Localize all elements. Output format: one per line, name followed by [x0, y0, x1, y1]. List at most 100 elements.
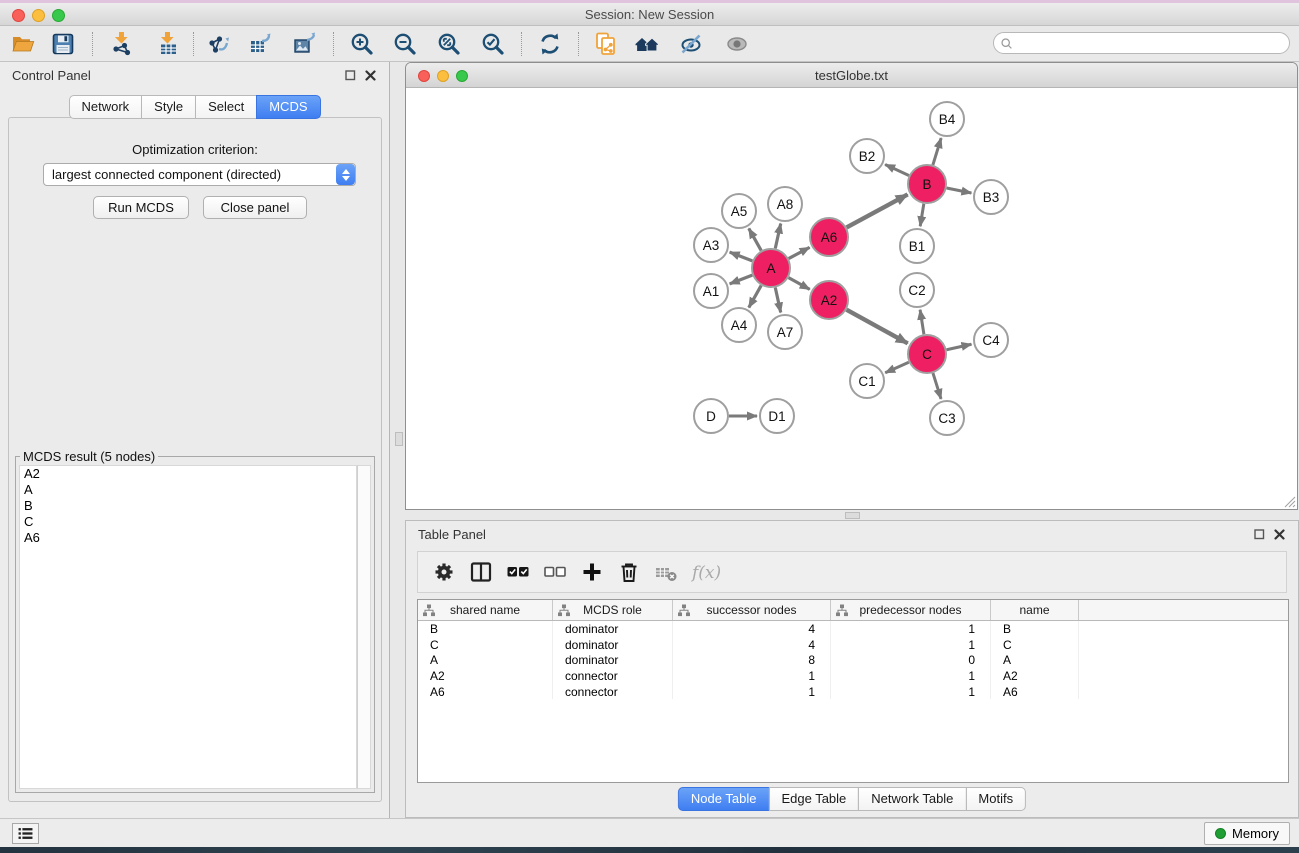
- graph-node-C4[interactable]: C4: [974, 323, 1008, 357]
- graph-node-B4[interactable]: B4: [930, 102, 964, 136]
- window-resize-grip[interactable]: [1283, 495, 1296, 508]
- graph-edge-A-A7[interactable]: [775, 288, 780, 313]
- graph-node-C[interactable]: C: [908, 335, 946, 373]
- close-panel-button[interactable]: [365, 69, 377, 81]
- open-session-button[interactable]: [9, 30, 37, 58]
- graph-edge-A-A1[interactable]: [730, 275, 753, 284]
- float-panel-button[interactable]: [345, 69, 357, 81]
- graph-edge-B-B4[interactable]: [933, 138, 941, 165]
- hide-selected-button[interactable]: [677, 30, 705, 58]
- zoom-in-button[interactable]: [348, 30, 376, 58]
- table-row[interactable]: Bdominator41B: [418, 621, 1288, 637]
- graph-node-A5[interactable]: A5: [722, 194, 756, 228]
- column-header-predecessor-nodes[interactable]: predecessor nodes: [831, 600, 991, 620]
- mcds-result-item[interactable]: A: [20, 482, 356, 498]
- tab-select[interactable]: Select: [195, 95, 257, 119]
- show-panels-button[interactable]: [12, 823, 39, 844]
- refresh-button[interactable]: [536, 30, 564, 58]
- save-session-button[interactable]: [49, 30, 77, 58]
- graph-edge-B-B3[interactable]: [947, 188, 972, 193]
- zoom-selected-button[interactable]: [479, 30, 507, 58]
- column-header-MCDS-role[interactable]: MCDS role: [553, 600, 673, 620]
- graph-node-C1[interactable]: C1: [850, 364, 884, 398]
- graph-edge-C-C3[interactable]: [933, 373, 941, 399]
- graph-edge-B-B2[interactable]: [885, 164, 909, 175]
- import-network-button[interactable]: [108, 30, 136, 58]
- mcds-result-item[interactable]: A6: [20, 530, 356, 546]
- horizontal-splitter-grip[interactable]: [845, 512, 860, 519]
- column-header-shared-name[interactable]: shared name: [418, 600, 553, 620]
- search-input[interactable]: [1013, 36, 1289, 50]
- select-all-button[interactable]: [506, 559, 530, 585]
- add-column-button[interactable]: [580, 559, 604, 585]
- column-header-successor-nodes[interactable]: successor nodes: [673, 600, 831, 620]
- home-button[interactable]: [633, 30, 661, 58]
- table-tab-edge-table[interactable]: Edge Table: [768, 787, 859, 811]
- show-all-button[interactable]: [723, 30, 751, 58]
- graph-node-A8[interactable]: A8: [768, 187, 802, 221]
- column-layout-button[interactable]: [469, 559, 493, 585]
- run-mcds-button[interactable]: Run MCDS: [93, 196, 189, 219]
- export-image-button[interactable]: [291, 30, 319, 58]
- criterion-select[interactable]: largest connected component (directed): [43, 163, 356, 186]
- delete-table-button[interactable]: [654, 559, 678, 585]
- graph-edge-C-C2[interactable]: [920, 310, 924, 334]
- table-row[interactable]: A6connector11A6: [418, 684, 1288, 700]
- table-tab-motifs[interactable]: Motifs: [965, 787, 1026, 811]
- export-table-button[interactable]: [247, 30, 275, 58]
- zoom-out-button[interactable]: [391, 30, 419, 58]
- mcds-result-item[interactable]: C: [20, 514, 356, 530]
- mcds-result-item[interactable]: B: [20, 498, 356, 514]
- table-row[interactable]: Cdominator41C: [418, 637, 1288, 653]
- graph-edge-A6-B[interactable]: [847, 194, 908, 227]
- graph-node-D[interactable]: D: [694, 399, 728, 433]
- export-network-button[interactable]: [205, 30, 233, 58]
- graph-node-B1[interactable]: B1: [900, 229, 934, 263]
- graph-edge-B-B1[interactable]: [920, 204, 924, 227]
- table-tab-node-table[interactable]: Node Table: [678, 787, 770, 811]
- tab-mcds[interactable]: MCDS: [256, 95, 320, 119]
- graph-node-A1[interactable]: A1: [694, 274, 728, 308]
- table-tab-network-table[interactable]: Network Table: [858, 787, 966, 811]
- graph-node-A4[interactable]: A4: [722, 308, 756, 342]
- graph-edge-A-A2[interactable]: [789, 278, 810, 290]
- table-row[interactable]: A2connector11A2: [418, 668, 1288, 684]
- column-header-name[interactable]: name: [991, 600, 1079, 620]
- graph-edge-A-A8[interactable]: [775, 224, 780, 249]
- close-table-panel-button[interactable]: [1274, 528, 1286, 540]
- graph-node-A2[interactable]: A2: [810, 281, 848, 319]
- graph-node-A[interactable]: A: [752, 249, 790, 287]
- network-canvas[interactable]: B4 B2 B B3 A8 A5 A6 A3 B1 A C2 A1 A2 A4 A7 C4 C C1 C3 D D1: [406, 88, 1297, 509]
- graph-edge-A-A5[interactable]: [749, 228, 761, 250]
- close-panel-button-mcds[interactable]: Close panel: [203, 196, 307, 219]
- vertical-splitter-grip[interactable]: [395, 432, 403, 446]
- graph-node-B3[interactable]: B3: [974, 180, 1008, 214]
- function-builder-button[interactable]: f(x): [691, 559, 725, 585]
- graph-node-B2[interactable]: B2: [850, 139, 884, 173]
- tab-style[interactable]: Style: [141, 95, 196, 119]
- graph-edge-C-C1[interactable]: [885, 362, 909, 373]
- network-window-titlebar[interactable]: testGlobe.txt: [406, 63, 1297, 88]
- unselect-all-button[interactable]: [543, 559, 567, 585]
- graph-node-A7[interactable]: A7: [768, 315, 802, 349]
- new-network-from-selection-button[interactable]: [592, 30, 620, 58]
- graph-node-B[interactable]: B: [908, 165, 946, 203]
- graph-node-A6[interactable]: A6: [810, 218, 848, 256]
- graph-node-C2[interactable]: C2: [900, 273, 934, 307]
- import-table-button[interactable]: [154, 30, 182, 58]
- table-row[interactable]: Adominator80A: [418, 652, 1288, 668]
- table-settings-button[interactable]: [432, 559, 456, 585]
- result-list-scrollbar[interactable]: [357, 465, 371, 789]
- tab-network[interactable]: Network: [68, 95, 142, 119]
- graph-edge-A-A3[interactable]: [730, 252, 753, 261]
- memory-button[interactable]: Memory: [1204, 822, 1290, 845]
- graph-edge-A-A4[interactable]: [749, 285, 761, 307]
- zoom-fit-button[interactable]: [435, 30, 463, 58]
- mcds-result-item[interactable]: A2: [20, 466, 356, 482]
- graph-node-D1[interactable]: D1: [760, 399, 794, 433]
- graph-node-C3[interactable]: C3: [930, 401, 964, 435]
- delete-column-button[interactable]: [617, 559, 641, 585]
- graph-edge-A-A6[interactable]: [789, 247, 810, 258]
- graph-node-A3[interactable]: A3: [694, 228, 728, 262]
- graph-edge-A2-C[interactable]: [847, 310, 908, 344]
